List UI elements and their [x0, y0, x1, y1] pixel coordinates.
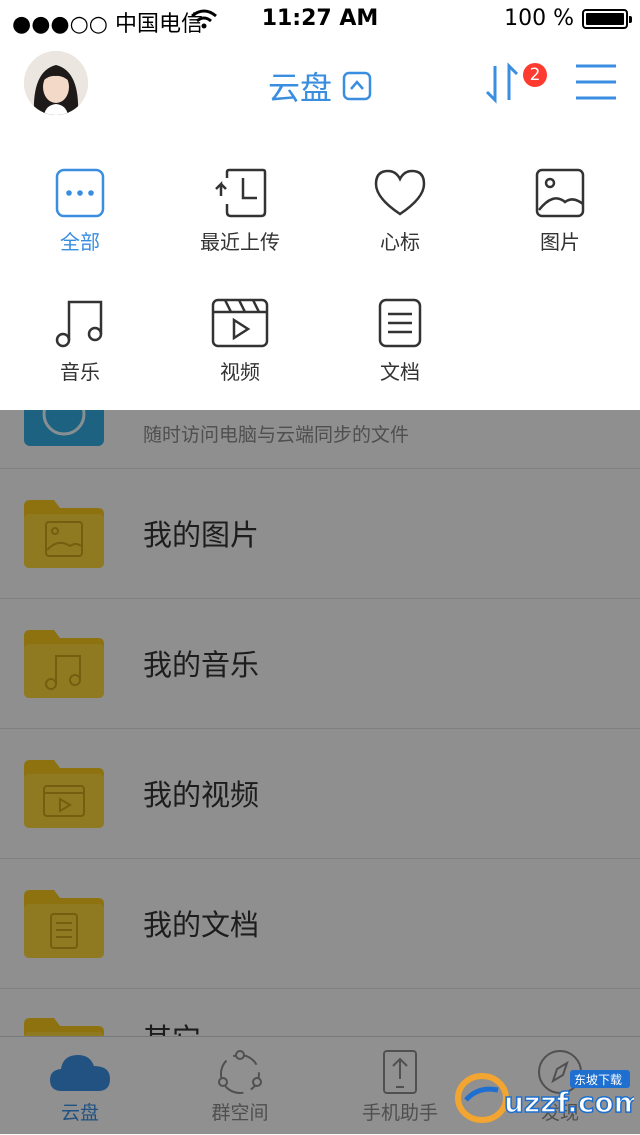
category-documents[interactable]: 文档	[320, 298, 480, 385]
menu-icon[interactable]	[574, 62, 618, 102]
avatar[interactable]	[24, 51, 88, 115]
category-label: 图片	[540, 230, 580, 254]
category-video[interactable]: 视频	[160, 298, 320, 385]
category-all[interactable]: 全部	[0, 168, 160, 255]
category-music[interactable]: 音乐	[0, 298, 160, 385]
image-icon	[535, 168, 585, 218]
document-icon	[378, 298, 422, 348]
watermark-text: uzzf.com	[504, 1086, 634, 1119]
drive-title-dropdown[interactable]: 云盘	[268, 63, 372, 109]
status-bar: ●●●○○ 中国电信 11:27 AM 100 %	[0, 0, 640, 40]
battery-percent: 100 %	[504, 6, 574, 31]
category-images[interactable]: 图片	[480, 168, 640, 255]
uzzf-watermark-logo: uzzf.com 东坡下载	[455, 1070, 634, 1123]
category-label: 视频	[220, 360, 260, 384]
transfer-sort-icon[interactable]	[485, 62, 525, 104]
category-starred[interactable]: 心标	[320, 168, 480, 255]
recent-upload-icon	[215, 168, 267, 218]
avatar-photo	[24, 51, 88, 115]
music-icon	[55, 300, 103, 348]
category-recent-upload[interactable]: 最近上传	[160, 168, 320, 255]
more-dots-icon	[55, 168, 105, 218]
page-title: 云盘	[268, 69, 333, 107]
category-label: 全部	[60, 230, 100, 254]
category-label: 最近上传	[200, 230, 280, 254]
watermark-subtext: 东坡下载	[574, 1073, 622, 1087]
category-label: 文档	[380, 360, 420, 384]
heart-icon	[374, 169, 426, 216]
chevron-up-icon	[342, 71, 372, 101]
category-panel: ●●●○○ 中国电信 11:27 AM 100 % 云盘 2 全部 最近上传 心…	[0, 0, 640, 410]
transfer-badge: 2	[523, 63, 547, 87]
category-label: 音乐	[60, 360, 100, 384]
battery-icon	[582, 8, 632, 29]
battery-status: 100 %	[504, 6, 632, 31]
video-icon	[211, 298, 269, 348]
category-label: 心标	[380, 230, 420, 254]
